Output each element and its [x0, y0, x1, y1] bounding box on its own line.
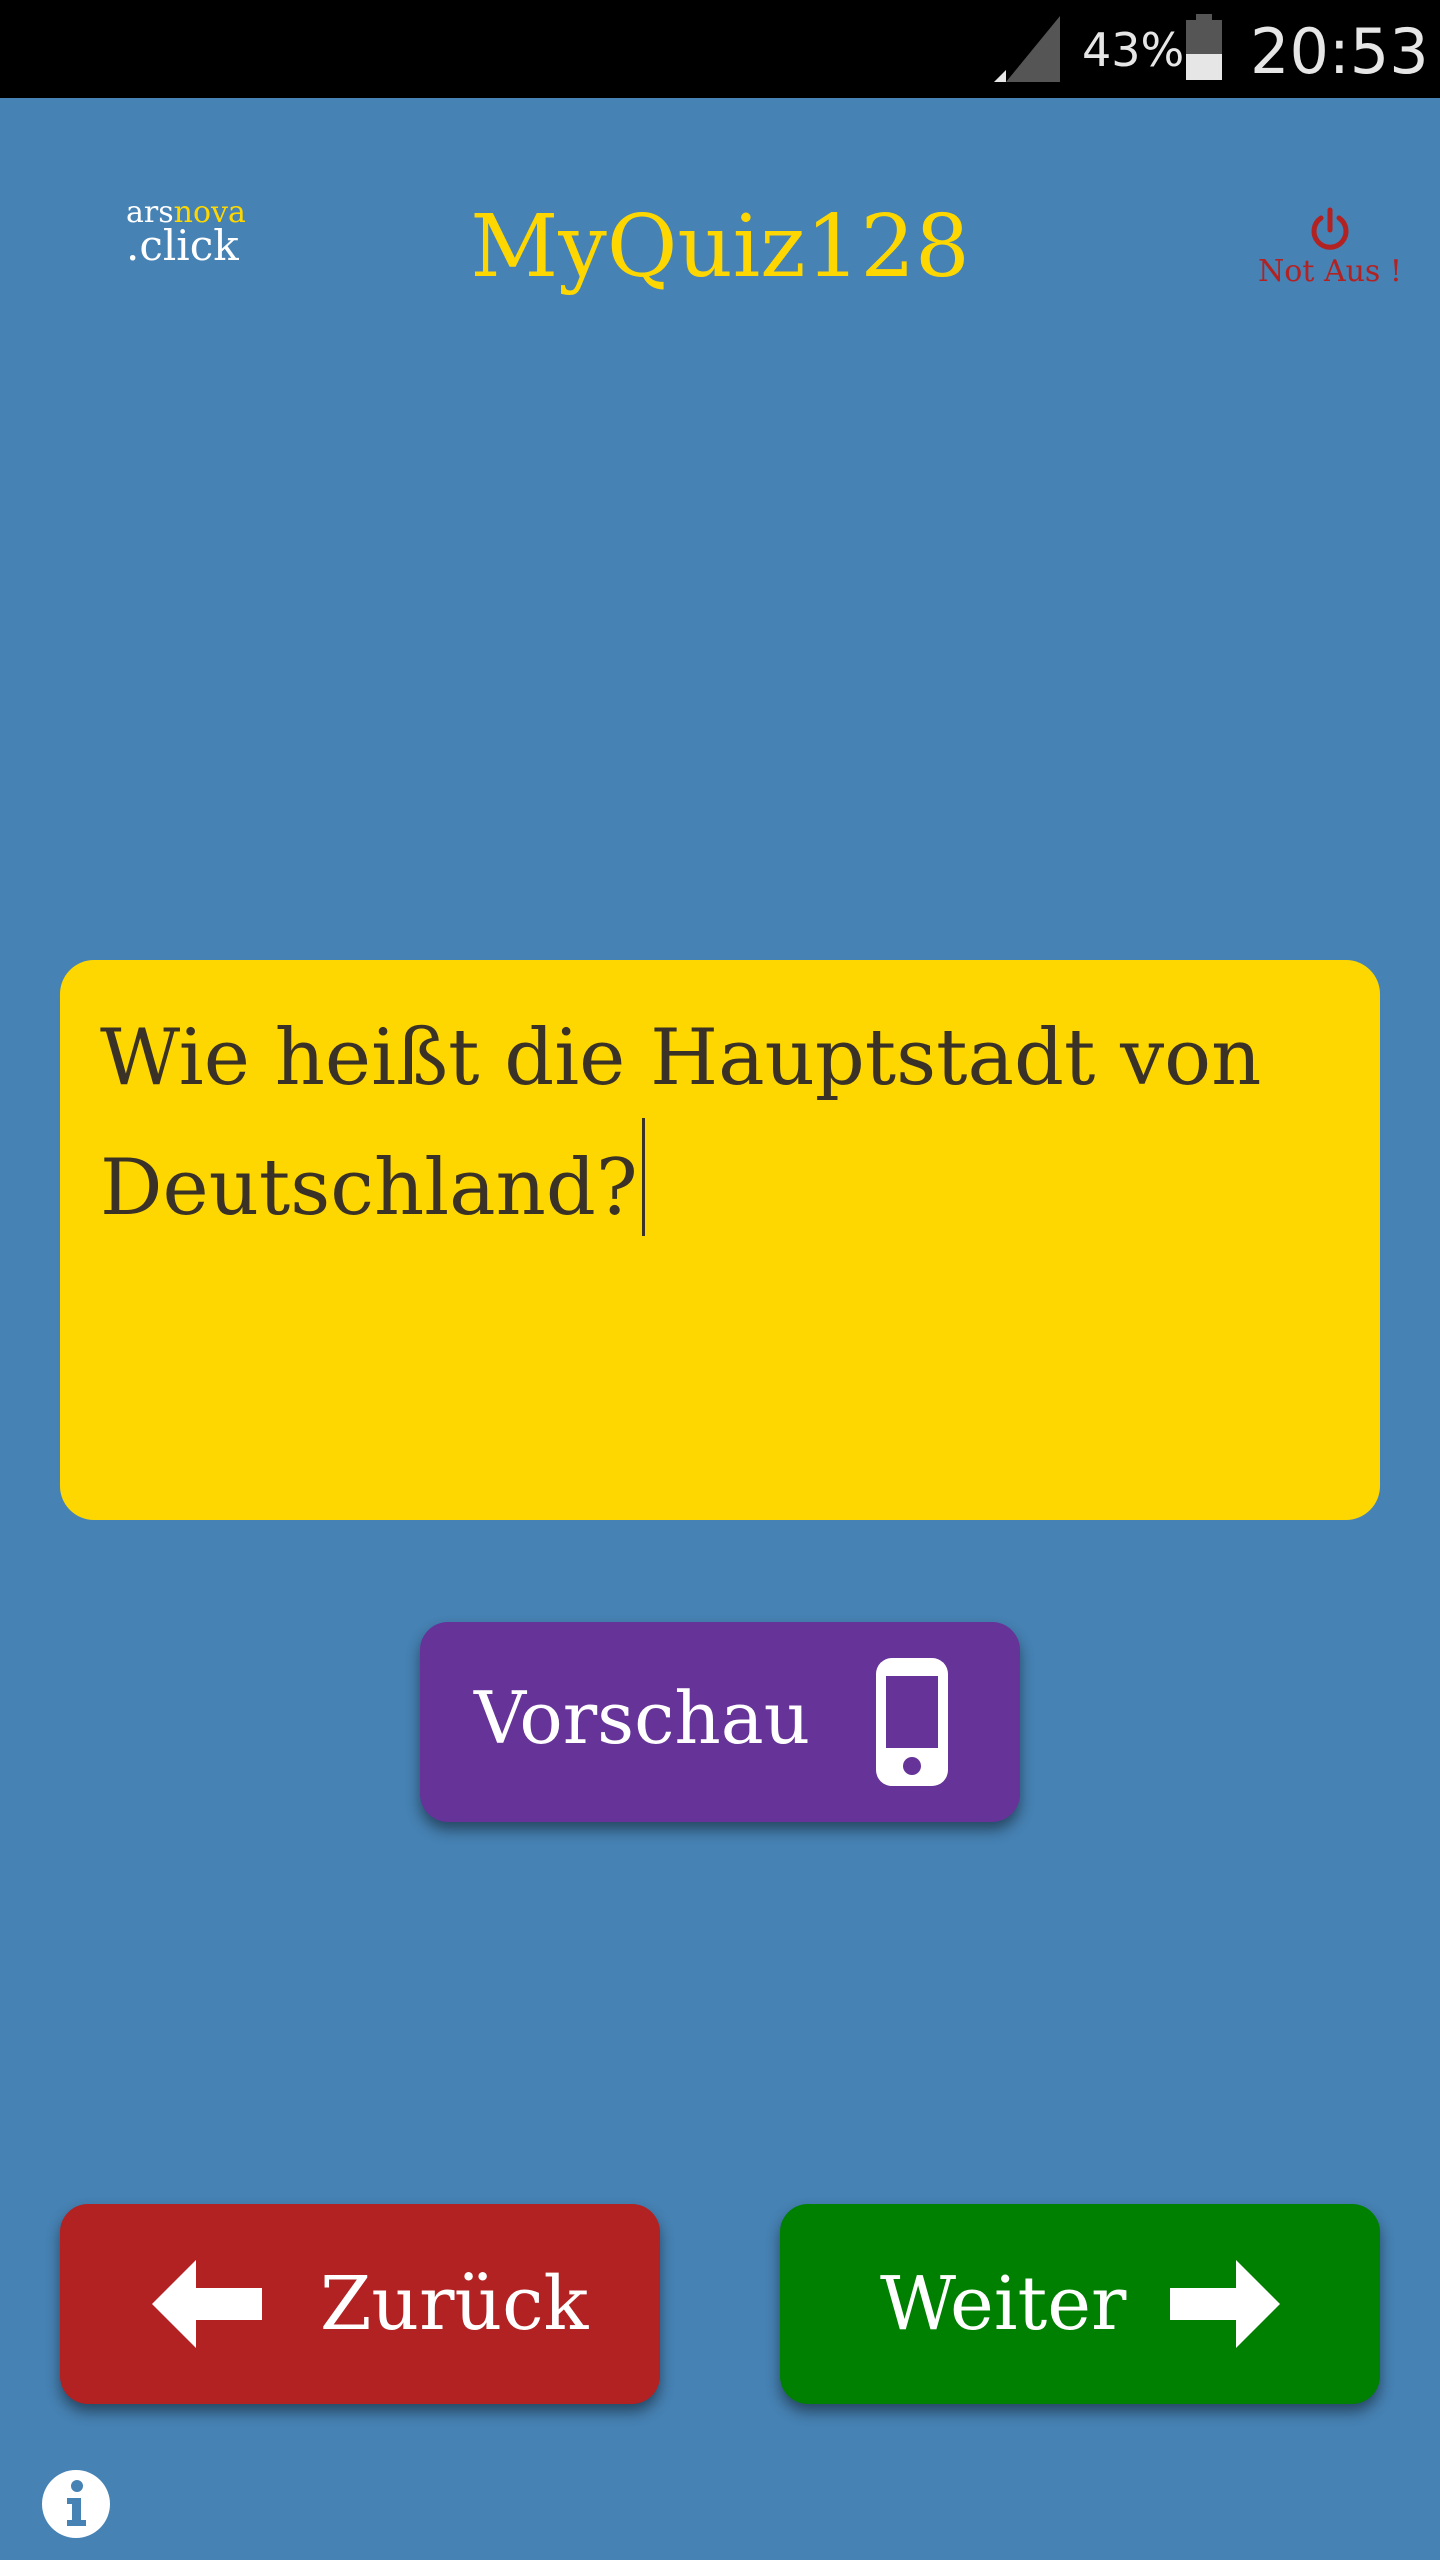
power-icon	[1311, 207, 1349, 250]
next-button[interactable]: Weiter	[780, 2204, 1380, 2404]
emergency-stop-button[interactable]: Not Aus !	[1250, 200, 1410, 300]
smartphone-icon	[876, 1658, 948, 1786]
question-text: Wie heißt die Hauptstadt von Deutschland…	[100, 1013, 1262, 1233]
text-cursor	[641, 1118, 645, 1236]
back-label: Zurück	[320, 2261, 589, 2347]
emergency-stop-label: Not Aus !	[1258, 254, 1402, 289]
battery-percent: 43%	[1082, 23, 1185, 77]
status-time: 20:53	[1250, 15, 1429, 88]
question-input[interactable]: Wie heißt die Hauptstadt von Deutschland…	[60, 960, 1380, 1520]
info-icon[interactable]	[40, 2468, 112, 2540]
next-label: Weiter	[880, 2261, 1127, 2347]
preview-label: Vorschau	[474, 1676, 811, 1760]
arrow-right-icon	[1170, 2260, 1280, 2348]
battery-icon	[1186, 14, 1222, 80]
app-title: MyQuiz128	[470, 197, 970, 297]
arrow-left-icon	[152, 2260, 262, 2348]
back-button[interactable]: Zurück	[60, 2204, 660, 2404]
status-bar: 43% 20:53	[0, 0, 1440, 98]
signal-icon	[994, 16, 1060, 82]
preview-button[interactable]: Vorschau	[420, 1622, 1020, 1822]
